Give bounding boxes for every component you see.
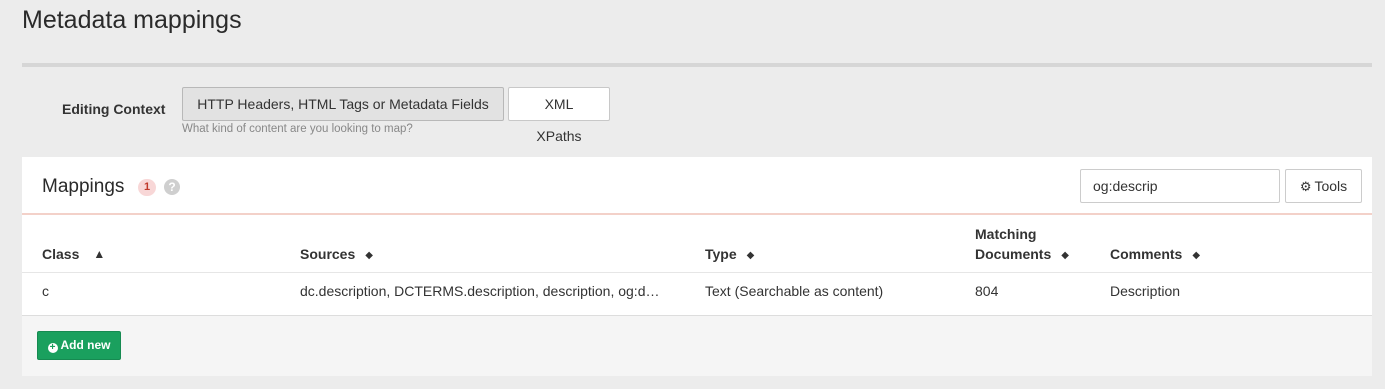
mappings-title: Mappings (42, 176, 125, 197)
sort-icon: ◆ (1192, 250, 1201, 261)
gear-icon: ⚙ (1299, 179, 1312, 194)
cell-class[interactable]: c (42, 283, 49, 299)
add-new-label: Add new (60, 338, 111, 352)
cell-type[interactable]: Text (Searchable as content) (705, 283, 883, 299)
tools-button[interactable]: ⚙ Tools (1285, 169, 1362, 203)
context-option-html-metadata[interactable]: HTTP Headers, HTML Tags or Metadata Fiel… (182, 87, 504, 121)
page-title: Metadata mappings (22, 6, 242, 34)
mappings-footer: + Add new (22, 316, 1372, 376)
table-header-divider (22, 272, 1372, 273)
plus-circle-icon: + (47, 343, 58, 353)
column-header-matching-documents[interactable]: Matching Documents ◆ (975, 224, 1069, 266)
context-option-xml-xpaths[interactable]: XML XPaths (508, 87, 610, 144)
column-header-sources[interactable]: Sources ◆ (300, 244, 373, 266)
cell-comments[interactable]: Description (1110, 283, 1180, 299)
cell-sources[interactable]: dc.description, DCTERMS.description, des… (300, 283, 659, 299)
column-header-matching-label-line2: Documents (975, 246, 1052, 262)
sort-ascending-icon: ▲ (93, 247, 106, 261)
mappings-search-input[interactable] (1080, 169, 1280, 203)
sort-icon: ◆ (365, 250, 373, 261)
column-header-matching-label-line1: Matching (975, 226, 1037, 242)
mappings-panel: Mappings 1 ? ⚙Tools Class ▲ Sources ◆ Type… (22, 157, 1372, 376)
sort-icon: ◆ (746, 250, 755, 261)
tools-button-label: Tools (1314, 178, 1348, 194)
column-header-type[interactable]: Type ◆ (705, 244, 754, 266)
sort-icon: ◆ (1061, 250, 1069, 261)
question-circle-icon[interactable]: ? (164, 179, 180, 195)
column-header-comments-label: Comments (1110, 246, 1183, 262)
column-header-comments[interactable]: Comments ◆ (1110, 244, 1200, 266)
column-header-class-label: Class (42, 246, 80, 262)
title-divider (22, 63, 1372, 67)
add-new-button[interactable]: + Add new (37, 331, 121, 360)
mappings-panel-header: Mappings 1 ? ⚙Tools (22, 157, 1372, 215)
column-header-sources-label: Sources (300, 246, 356, 262)
column-header-type-label: Type (705, 246, 737, 262)
cell-matching-documents[interactable]: 804 (975, 283, 998, 299)
mappings-count-badge: 1 (138, 179, 157, 196)
editing-context-help: What kind of content are you looking to … (182, 123, 413, 135)
editing-context-label: Editing Context (62, 101, 166, 117)
column-header-class[interactable]: Class ▲ (42, 244, 105, 264)
